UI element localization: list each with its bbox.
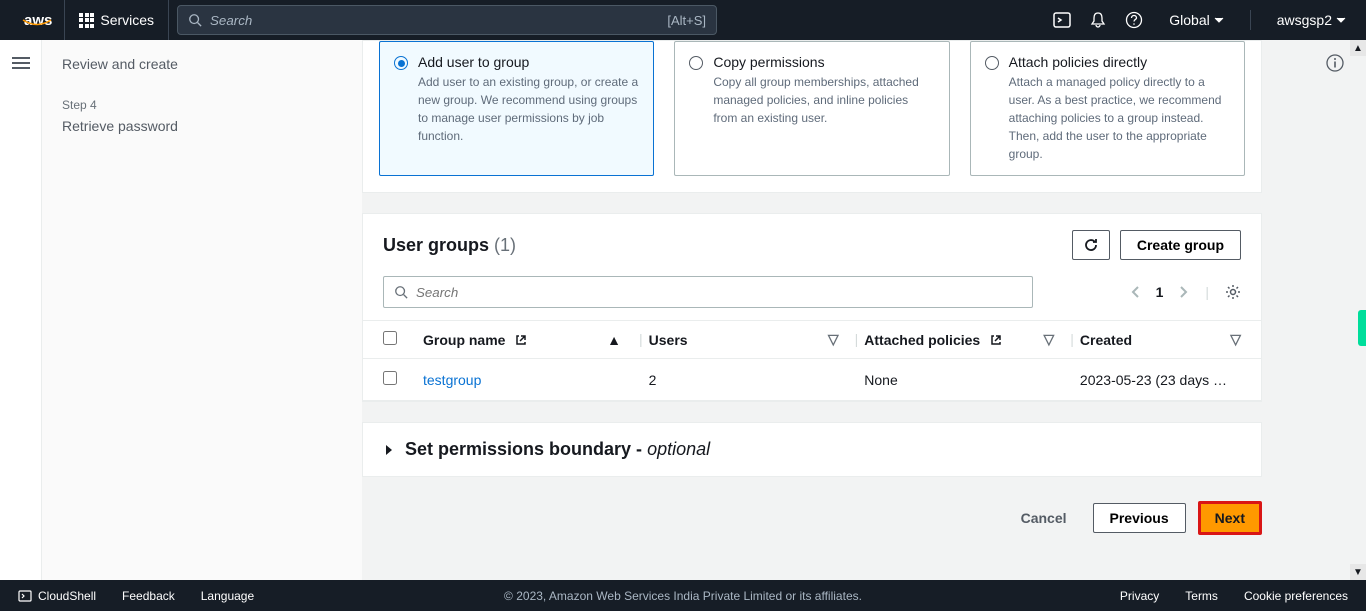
option-desc: Add user to an existing group, or create…	[418, 73, 639, 145]
grid-icon	[79, 13, 94, 28]
global-search[interactable]: [Alt+S]	[177, 5, 717, 35]
feedback-tab[interactable]	[1358, 310, 1366, 346]
scroll-up-indicator[interactable]: ▲	[1350, 40, 1366, 56]
search-icon	[188, 13, 202, 27]
table-header: Group name ▲ | Users ▽ | Attached polici…	[363, 320, 1261, 359]
gear-icon	[1225, 284, 1241, 300]
refresh-button[interactable]	[1072, 230, 1110, 260]
search-icon	[394, 285, 408, 299]
option-attach-policies[interactable]: Attach policies directly Attach a manage…	[970, 41, 1245, 176]
group-name-link[interactable]: testgroup	[423, 372, 481, 388]
col-group-name[interactable]: Group name ▲	[423, 331, 633, 348]
page-number: 1	[1156, 284, 1164, 300]
copyright: © 2023, Amazon Web Services India Privat…	[504, 589, 862, 603]
services-button[interactable]: Services	[64, 0, 169, 40]
wizard-sidebar: Review and create Step 4 Retrieve passwo…	[42, 40, 362, 580]
select-all-checkbox[interactable]	[383, 331, 397, 345]
feedback-link[interactable]: Feedback	[122, 589, 175, 603]
chevron-right-icon	[383, 444, 395, 456]
groups-table: Group name ▲ | Users ▽ | Attached polici…	[363, 320, 1261, 401]
external-link-icon	[515, 334, 527, 346]
region-selector[interactable]: Global	[1161, 12, 1231, 28]
sidebar-item-review[interactable]: Review and create	[62, 56, 342, 72]
privacy-link[interactable]: Privacy	[1120, 589, 1159, 603]
next-button[interactable]: Next	[1198, 501, 1262, 535]
dropdown-icon: ▽	[828, 331, 839, 348]
language-link[interactable]: Language	[201, 589, 254, 603]
option-desc: Attach a managed policy directly to a us…	[1009, 73, 1230, 163]
option-title: Add user to group	[418, 54, 639, 70]
global-header: aws Services [Alt+S] Global awsgsp2	[0, 0, 1366, 40]
radio-icon	[985, 56, 999, 70]
cell-created: 2023-05-23 (23 days …	[1080, 371, 1241, 388]
groups-filter-input[interactable]	[416, 285, 1022, 300]
wizard-nav: Cancel Previous Next	[362, 501, 1262, 535]
option-copy-permissions[interactable]: Copy permissions Copy all group membersh…	[674, 41, 949, 176]
external-link-icon	[990, 334, 1002, 346]
chevron-down-icon	[1336, 17, 1346, 23]
settings-button[interactable]	[1225, 284, 1241, 300]
page-next[interactable]	[1179, 285, 1189, 299]
step-label: Step 4	[62, 98, 342, 112]
dropdown-icon: ▽	[1230, 331, 1241, 348]
dropdown-icon: ▽	[1044, 331, 1055, 348]
account-selector[interactable]: awsgsp2	[1269, 12, 1354, 28]
option-title: Attach policies directly	[1009, 54, 1230, 70]
user-groups-panel: User groups (1) Create group	[362, 213, 1262, 402]
terms-link[interactable]: Terms	[1185, 589, 1218, 603]
col-policies[interactable]: Attached policies ▽	[864, 331, 1064, 348]
create-group-button[interactable]: Create group	[1120, 230, 1241, 260]
user-groups-title: User groups (1)	[383, 235, 516, 256]
page-prev[interactable]	[1130, 285, 1140, 299]
sort-asc-icon: ▲	[607, 332, 621, 348]
groups-filter[interactable]	[383, 276, 1033, 308]
option-add-to-group[interactable]: Add user to group Add user to an existin…	[379, 41, 654, 176]
previous-button[interactable]: Previous	[1093, 503, 1186, 533]
cancel-button[interactable]: Cancel	[1007, 502, 1081, 534]
cloudshell-link[interactable]: CloudShell	[18, 589, 96, 603]
global-footer: CloudShell Feedback Language © 2023, Ama…	[0, 580, 1366, 611]
cell-users: 2	[649, 371, 849, 388]
cookie-link[interactable]: Cookie preferences	[1244, 589, 1348, 603]
search-input[interactable]	[210, 13, 667, 28]
cell-policies: None	[864, 371, 1064, 388]
notifications-icon[interactable]	[1089, 11, 1107, 29]
option-desc: Copy all group memberships, attached man…	[713, 73, 934, 127]
nav-toggle-gutter	[0, 40, 42, 580]
chevron-down-icon	[1214, 17, 1224, 23]
search-shortcut: [Alt+S]	[667, 13, 706, 28]
table-row: testgroup | 2 | None | 2023-05-23 (23 da…	[363, 359, 1261, 401]
hamburger-icon[interactable]	[12, 54, 30, 580]
help-icon[interactable]	[1125, 11, 1143, 29]
radio-icon	[689, 56, 703, 70]
aws-logo[interactable]: aws	[12, 12, 64, 29]
info-panel-toggle[interactable]	[1326, 54, 1344, 72]
permission-options-panel: Add user to group Add user to an existin…	[362, 40, 1262, 193]
permissions-boundary-panel[interactable]: Set permissions boundary - optional	[362, 422, 1262, 477]
paginator: 1 |	[1130, 284, 1241, 300]
option-title: Copy permissions	[713, 54, 934, 70]
col-users[interactable]: Users ▽	[649, 331, 849, 348]
refresh-icon	[1083, 237, 1099, 253]
permissions-boundary-title: Set permissions boundary - optional	[405, 439, 710, 460]
scroll-down-indicator[interactable]: ▼	[1350, 564, 1366, 580]
main-content: Add user to group Add user to an existin…	[362, 40, 1272, 580]
row-checkbox[interactable]	[383, 371, 397, 385]
cloudshell-icon[interactable]	[1053, 11, 1071, 29]
col-created[interactable]: Created ▽	[1080, 331, 1241, 348]
radio-icon	[394, 56, 408, 70]
sidebar-item-retrieve[interactable]: Step 4 Retrieve password	[62, 98, 342, 134]
